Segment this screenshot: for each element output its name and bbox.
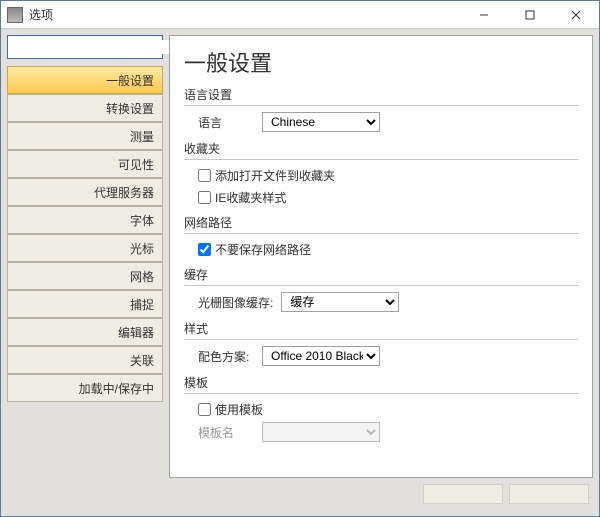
color-scheme-label: 配色方案:: [198, 348, 254, 365]
nav-item-11[interactable]: 加载中/保存中: [7, 374, 163, 402]
minimize-icon: [479, 10, 489, 20]
template-name-select: [262, 422, 380, 442]
group-style: 样式 配色方案: Office 2010 Black: [184, 320, 578, 368]
footer: [1, 484, 599, 516]
add-to-favorites-checkbox[interactable]: [198, 169, 211, 182]
footer-button-1[interactable]: [423, 484, 503, 504]
window-title: 选项: [29, 6, 461, 23]
group-network: 网络路径 不要保存网络路径: [184, 214, 578, 260]
app-icon: [7, 7, 23, 23]
nav-item-6[interactable]: 光标: [7, 234, 163, 262]
sidebar: 一般设置转换设置测量可见性代理服务器字体光标网格捕捉编辑器关联加载中/保存中: [1, 29, 167, 484]
cache-select[interactable]: 缓存: [281, 292, 399, 312]
add-to-favorites-label: 添加打开文件到收藏夹: [215, 167, 335, 184]
language-select[interactable]: Chinese: [262, 112, 380, 132]
group-template: 模板 使用模板 模板名: [184, 374, 578, 444]
nav-item-4[interactable]: 代理服务器: [7, 178, 163, 206]
nav-item-2[interactable]: 测量: [7, 122, 163, 150]
group-favorites: 收藏夹 添加打开文件到收藏夹 IE收藏夹样式: [184, 140, 578, 208]
ie-favorites-style-checkbox[interactable]: [198, 191, 211, 204]
no-save-network-path-checkbox[interactable]: [198, 243, 211, 256]
body: 一般设置转换设置测量可见性代理服务器字体光标网格捕捉编辑器关联加载中/保存中 一…: [1, 29, 599, 484]
nav-item-1[interactable]: 转换设置: [7, 94, 163, 122]
group-header: 缓存: [184, 266, 578, 286]
nav-item-3[interactable]: 可见性: [7, 150, 163, 178]
nav-item-7[interactable]: 网格: [7, 262, 163, 290]
nav-item-8[interactable]: 捕捉: [7, 290, 163, 318]
group-header: 样式: [184, 320, 578, 340]
search-box[interactable]: [7, 35, 163, 59]
use-template-checkbox[interactable]: [198, 403, 211, 416]
content-panel: 一般设置 语言设置 语言 Chinese 收藏夹 添加打开文件到收藏夹: [169, 35, 593, 478]
nav-item-9[interactable]: 编辑器: [7, 318, 163, 346]
group-header: 网络路径: [184, 214, 578, 234]
ie-favorites-style-label: IE收藏夹样式: [215, 189, 286, 206]
group-cache: 缓存 光栅图像缓存: 缓存: [184, 266, 578, 314]
close-button[interactable]: [553, 1, 599, 29]
no-save-network-path-label: 不要保存网络路径: [215, 241, 311, 258]
cache-label: 光栅图像缓存:: [198, 294, 273, 311]
group-header: 模板: [184, 374, 578, 394]
titlebar: 选项: [1, 1, 599, 29]
minimize-button[interactable]: [461, 1, 507, 29]
nav-item-5[interactable]: 字体: [7, 206, 163, 234]
color-scheme-select[interactable]: Office 2010 Black: [262, 346, 380, 366]
maximize-icon: [525, 10, 535, 20]
search-input[interactable]: [14, 40, 169, 54]
page-title: 一般设置: [184, 46, 578, 78]
close-icon: [571, 10, 581, 20]
options-window: 选项 一般设置转换设置测量可见性代理服务器字体光标网格捕捉编辑器关联加载中/保存: [0, 0, 600, 517]
template-name-label: 模板名: [198, 424, 254, 441]
footer-button-2[interactable]: [509, 484, 589, 504]
nav-list: 一般设置转换设置测量可见性代理服务器字体光标网格捕捉编辑器关联加载中/保存中: [7, 66, 163, 402]
nav-item-10[interactable]: 关联: [7, 346, 163, 374]
group-language: 语言设置 语言 Chinese: [184, 86, 578, 134]
nav-item-0[interactable]: 一般设置: [7, 66, 163, 94]
group-header: 语言设置: [184, 86, 578, 106]
use-template-label: 使用模板: [215, 401, 263, 418]
language-label: 语言: [198, 114, 254, 131]
group-header: 收藏夹: [184, 140, 578, 160]
maximize-button[interactable]: [507, 1, 553, 29]
